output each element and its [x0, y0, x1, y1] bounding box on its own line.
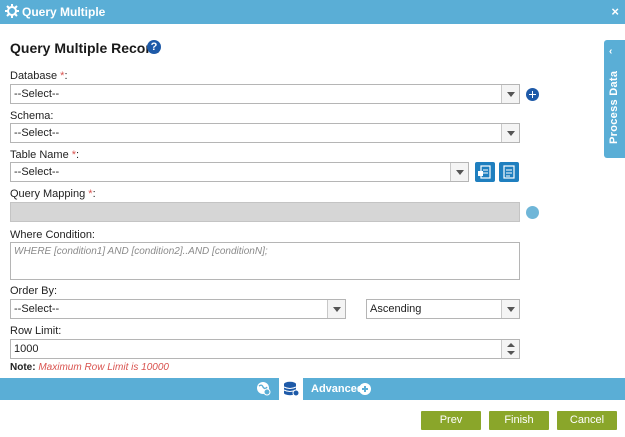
sort-direction-value: Ascending	[370, 303, 422, 315]
database-tab[interactable]	[279, 378, 303, 400]
chevron-down-icon[interactable]	[501, 300, 519, 318]
table-name-select[interactable]: --Select--	[10, 162, 469, 182]
schema-select-value: --Select--	[14, 127, 60, 139]
process-data-tab[interactable]: ‹ Process Data	[604, 40, 625, 158]
close-icon[interactable]: ×	[611, 4, 619, 19]
finish-button[interactable]: Finish	[489, 411, 549, 430]
order-by-select-value: --Select--	[14, 303, 60, 315]
database-select[interactable]: --Select--	[10, 84, 520, 104]
chevron-down-icon[interactable]	[450, 163, 468, 181]
table-schema-button[interactable]	[475, 162, 495, 182]
advanced-bar: Advanced	[0, 378, 625, 400]
stepper-down-icon[interactable]	[507, 351, 515, 355]
query-mapping-field	[10, 202, 520, 222]
row-limit-stepper[interactable]	[501, 340, 519, 358]
row-limit-label: Row Limit:	[10, 325, 62, 337]
query-mapping-label-suffix: :	[92, 188, 96, 200]
table-name-select-value: --Select--	[14, 166, 60, 178]
row-limit-value: 1000	[14, 343, 39, 355]
window-title: Query Multiple	[22, 5, 106, 19]
table-name-label-text: Table Name	[10, 149, 69, 161]
advanced-plus-icon[interactable]	[359, 383, 371, 395]
chevron-down-icon[interactable]	[501, 124, 519, 142]
schema-select[interactable]: --Select--	[10, 123, 520, 143]
order-by-select[interactable]: --Select--	[10, 299, 346, 319]
stepper-up-icon[interactable]	[507, 343, 515, 347]
page-title: Query Multiple Record	[10, 40, 160, 56]
table-name-label: Table Name *:	[10, 149, 79, 161]
schema-label: Schema:	[10, 110, 54, 122]
query-mapping-label-text: Query Mapping	[10, 188, 86, 200]
row-limit-note: Note: Maximum Row Limit is 10000	[10, 362, 169, 373]
table-document-icon	[478, 165, 491, 179]
row-limit-input[interactable]: 1000	[10, 339, 520, 359]
table-query-button[interactable]	[499, 162, 519, 182]
cancel-button[interactable]: Cancel	[557, 411, 617, 430]
table-query-icon	[503, 165, 515, 179]
sort-direction-select[interactable]: Ascending	[366, 299, 520, 319]
note-label: Note:	[10, 362, 36, 373]
chevron-down-icon[interactable]	[327, 300, 345, 318]
where-condition-textarea[interactable]: WHERE [condition1] AND [condition2]..AND…	[10, 242, 520, 280]
advanced-label[interactable]: Advanced	[311, 383, 364, 395]
database-select-value: --Select--	[14, 88, 60, 100]
mapping-globe-icon[interactable]	[526, 206, 539, 219]
note-message: Maximum Row Limit is 10000	[38, 362, 169, 373]
gear-icon	[5, 4, 19, 18]
database-label-text: Database	[10, 70, 58, 82]
chevron-left-icon: ‹	[609, 46, 613, 57]
query-mapping-label: Query Mapping *:	[10, 188, 96, 200]
database-label-suffix: :	[64, 70, 68, 82]
help-icon[interactable]: ?	[147, 40, 161, 54]
database-label: Database *:	[10, 70, 68, 82]
window-titlebar: Query Multiple ×	[0, 0, 625, 24]
globe-settings-icon[interactable]	[256, 381, 271, 396]
add-database-icon[interactable]	[526, 88, 539, 101]
prev-button[interactable]: Prev	[421, 411, 481, 430]
process-data-label: Process Data	[608, 70, 620, 144]
database-icon	[283, 381, 299, 397]
order-by-label: Order By:	[10, 285, 58, 297]
table-name-label-suffix: :	[76, 149, 80, 161]
where-condition-label: Where Condition:	[10, 229, 95, 241]
chevron-down-icon[interactable]	[501, 85, 519, 103]
